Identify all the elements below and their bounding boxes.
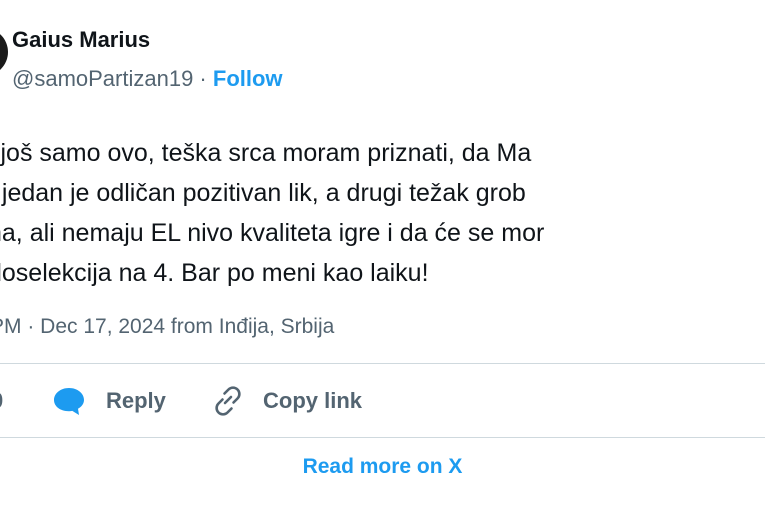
like-count[interactable]: 0 bbox=[0, 381, 3, 421]
follow-link[interactable]: Follow bbox=[213, 66, 283, 91]
like-count-value: 0 bbox=[0, 388, 3, 414]
author-name[interactable]: Gaius Marius bbox=[12, 27, 150, 53]
tweet-text-line: , jedan je odličan pozitivan lik, a drug… bbox=[0, 179, 526, 207]
reply-label: Reply bbox=[106, 388, 166, 413]
copy-link-button[interactable]: Copy link bbox=[211, 381, 362, 421]
read-more-button[interactable]: Read more on X bbox=[0, 449, 765, 485]
author-handle[interactable]: @samoPartizan19 bbox=[12, 66, 193, 91]
link-icon bbox=[211, 384, 245, 418]
reply-button[interactable]: Reply bbox=[52, 381, 166, 421]
tweet-text-line: doselekcija na 4. Bar po meni kao laiku! bbox=[0, 259, 429, 287]
handle-separator: · bbox=[193, 66, 213, 91]
tweet-embed-card: Gaius Marius @samoPartizan19 · Follow i … bbox=[0, 0, 765, 510]
speech-bubble-icon bbox=[52, 386, 86, 416]
action-bar: 0 Reply Copy link bbox=[0, 381, 765, 421]
avatar[interactable] bbox=[0, 28, 8, 76]
author-handle-line: @samoPartizan19 · Follow bbox=[12, 66, 283, 92]
tweet-text-line: na, ali nemaju EL nivo kvaliteta igre i … bbox=[0, 219, 545, 247]
copy-link-label: Copy link bbox=[263, 388, 363, 413]
tweet-text: i još samo ovo, teška srca moram priznat… bbox=[0, 133, 544, 293]
tweet-text-line: i još samo ovo, teška srca moram priznat… bbox=[0, 139, 532, 167]
divider bbox=[0, 363, 765, 364]
divider bbox=[0, 437, 765, 438]
tweet-timestamp-location[interactable]: PM · Dec 17, 2024 from Inđija, Srbija bbox=[0, 315, 334, 339]
